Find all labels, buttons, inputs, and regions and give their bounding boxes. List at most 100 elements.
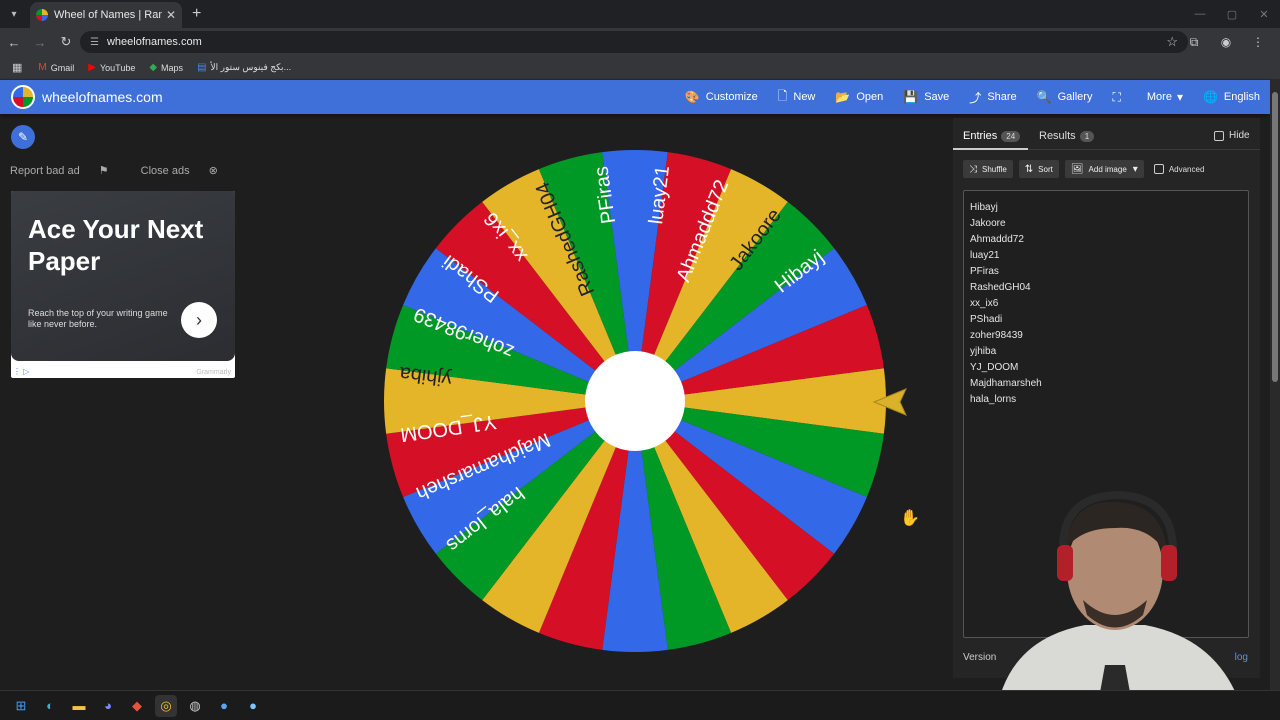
- app-icon[interactable]: ◆: [126, 695, 148, 717]
- chevron-right-icon: ›: [196, 309, 202, 330]
- url-bar[interactable]: ☰ wheelofnames.com ☆: [80, 31, 1188, 53]
- sort-icon: ⇅: [1024, 163, 1034, 175]
- window-controls: — ▢ ✕: [1184, 0, 1280, 28]
- apps-grid-icon[interactable]: ▦: [12, 61, 22, 74]
- browser-tab[interactable]: Wheel of Names | Random nam ✕: [30, 2, 182, 28]
- more-button[interactable]: More ▾: [1147, 90, 1183, 104]
- address-toolbar: ← → ↻ ☰ wheelofnames.com ☆ ⧉ ◉ ⋮: [0, 28, 1280, 56]
- app-blue-icon[interactable]: ●: [213, 695, 235, 717]
- chrome-icon[interactable]: ◎: [155, 694, 177, 717]
- tab-close-icon[interactable]: ✕: [166, 8, 176, 22]
- entry-line: zoher98439: [970, 330, 1023, 341]
- webcam-overlay: [995, 490, 1245, 720]
- ad-text: Reach the top of your writing game like …: [28, 308, 168, 329]
- advanced-checkbox[interactable]: Advanced: [1153, 164, 1204, 174]
- chevron-down-icon: ▾: [1176, 90, 1183, 104]
- gmail-icon: M: [38, 62, 47, 73]
- ad-controls: Report bad ad ⚑ Close ads ⊗: [10, 164, 250, 177]
- bookmark-gmail[interactable]: M Gmail: [38, 62, 74, 73]
- site-name[interactable]: wheelofnames.com: [42, 89, 163, 105]
- tab-search-icon[interactable]: ▾: [4, 4, 24, 24]
- fullscreen-button[interactable]: ⛶: [1112, 90, 1126, 105]
- maximize-icon[interactable]: ▢: [1216, 0, 1248, 28]
- minimize-icon[interactable]: —: [1184, 0, 1216, 28]
- wheel-favicon-icon: [36, 9, 48, 21]
- entry-line: yjhiba: [970, 346, 997, 357]
- doc-icon: ▤: [197, 62, 207, 73]
- windows-start-icon[interactable]: ⊞: [10, 695, 32, 717]
- forward-icon[interactable]: →: [28, 30, 52, 54]
- checkbox-icon: [1153, 164, 1164, 174]
- sort-button[interactable]: ⇅ Sort: [1018, 160, 1059, 178]
- site-header: wheelofnames.com 🎨 Customize 🗋 New 📂 Open 💾…: [0, 80, 1270, 114]
- site-info-icon[interactable]: ☰: [90, 37, 99, 48]
- maps-icon: ◆: [149, 62, 158, 73]
- page-scrollbar[interactable]: [1270, 80, 1280, 690]
- active-tab-indicator: [953, 148, 1028, 150]
- extensions-icon[interactable]: ⧉: [1178, 31, 1210, 53]
- discord-icon[interactable]: ◕: [97, 695, 119, 717]
- bookmark-youtube[interactable]: ▶ YouTube: [88, 62, 135, 73]
- ad-title: Ace Your Next Paper: [28, 214, 204, 276]
- bookmark-store[interactable]: ▤ بكج فينوس ستور الأ...: [197, 62, 291, 73]
- window-close-icon[interactable]: ✕: [1248, 0, 1280, 28]
- bookmarks-bar: ▦ M Gmail ▶ YouTube ◆ Maps ▤ بكج فينوس ستور …: [0, 56, 1280, 80]
- youtube-icon: ▶: [88, 62, 96, 73]
- flag-icon: ⚑: [98, 165, 109, 177]
- image-icon: 🖼: [1070, 163, 1084, 175]
- save-button[interactable]: 💾 Save: [903, 90, 949, 104]
- profile-icon[interactable]: ◉: [1210, 31, 1242, 53]
- results-count-badge: 1: [1079, 130, 1095, 142]
- customize-button[interactable]: 🎨 Customize: [685, 90, 758, 104]
- entry-line: Ahmaddd72: [970, 234, 1024, 245]
- bookmark-star-icon[interactable]: ☆: [1166, 34, 1178, 50]
- globe-icon: 🌐: [1202, 90, 1218, 104]
- edge-icon[interactable]: ◐: [39, 695, 61, 717]
- wheel-center-hub[interactable]: [585, 351, 685, 451]
- entries-count-badge: 24: [1001, 130, 1021, 142]
- search-icon: 🔍: [1036, 90, 1052, 104]
- share-button[interactable]: ⤴ Share: [969, 89, 1016, 106]
- app-blue-2-icon[interactable]: ●: [242, 695, 264, 717]
- browser-tab-bar: ▾ Wheel of Names | Random nam ✕ + — ▢ ✕: [0, 0, 1280, 28]
- top-nav: 🎨 Customize 🗋 New 📂 Open 💾 Save ⤴ Share 🔍 Gall…: [665, 80, 1260, 114]
- browser-menu-icon[interactable]: ⋮: [1242, 31, 1274, 53]
- hand-cursor-icon: ✋: [900, 510, 920, 527]
- ad-arrow-button[interactable]: ›: [181, 302, 217, 338]
- tab-results[interactable]: Results 1: [1039, 130, 1095, 142]
- new-tab-icon[interactable]: +: [192, 5, 201, 23]
- obs-icon[interactable]: ◍: [184, 695, 206, 717]
- url-text: wheelofnames.com: [106, 36, 202, 48]
- shuffle-icon: ⤨: [969, 163, 977, 175]
- os-taskbar: ⊞ ◐ ▬ ◕ ◆ ◎ ◍ ● ●: [0, 690, 1280, 720]
- gallery-button[interactable]: 🔍 Gallery: [1037, 90, 1093, 104]
- name-wheel[interactable]: HibayjJakooreAhmaddd72luay21PFirasRashed…: [382, 148, 888, 654]
- site-logo-icon[interactable]: [11, 85, 35, 109]
- close-ads-link[interactable]: Close ads ⊗: [141, 164, 234, 177]
- adchoices-icon[interactable]: ⋮ ▷: [13, 367, 29, 376]
- wheel-pointer-icon: [872, 388, 907, 416]
- hide-checkbox[interactable]: Hide: [1214, 130, 1250, 141]
- entry-line: Jakoore: [970, 218, 1006, 229]
- new-button[interactable]: 🗋 New: [778, 87, 816, 108]
- file-explorer-icon[interactable]: ▬: [68, 695, 90, 717]
- language-button[interactable]: 🌐 English: [1203, 90, 1260, 104]
- ad-banner: Ace Your Next Paper Reach the top of you…: [11, 191, 235, 361]
- file-icon: 🗋: [777, 88, 788, 103]
- edit-pencil-button[interactable]: ✎: [11, 125, 35, 149]
- tab-entries[interactable]: Entries 24: [963, 130, 1021, 142]
- fullscreen-icon: ⛶: [1112, 89, 1121, 104]
- back-icon[interactable]: ←: [2, 30, 26, 54]
- scrollbar-thumb[interactable]: [1272, 92, 1278, 382]
- reload-icon[interactable]: ↻: [54, 30, 78, 54]
- entries-toolbar: ⤨ Shuffle ⇅ Sort 🖼 Add image ▾ Advanced: [963, 160, 1204, 178]
- shuffle-button[interactable]: ⤨ Shuffle: [963, 160, 1013, 178]
- entry-line: RashedGH04: [970, 282, 1031, 293]
- ad-brand: Grammarly: [196, 369, 231, 376]
- add-image-button[interactable]: 🖼 Add image ▾: [1064, 160, 1144, 178]
- entry-line: hala_lorns: [970, 394, 1017, 405]
- ad-card[interactable]: Ace Your Next Paper Reach the top of you…: [11, 191, 235, 378]
- report-bad-ad-link[interactable]: Report bad ad ⚑: [10, 164, 125, 177]
- bookmark-maps[interactable]: ◆ Maps: [149, 62, 183, 73]
- open-button[interactable]: 📂 Open: [835, 90, 883, 104]
